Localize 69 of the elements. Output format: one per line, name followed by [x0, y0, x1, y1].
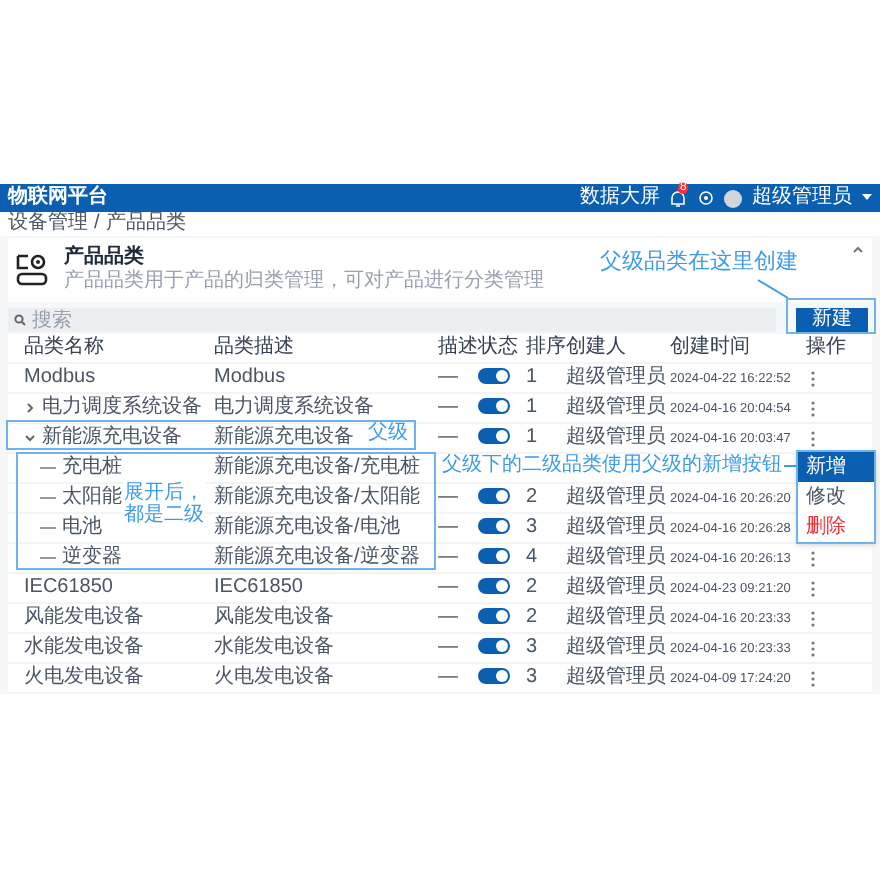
- sort-cell: 3: [526, 516, 538, 538]
- category-name: 电池: [62, 518, 102, 538]
- category-description: IEC61850: [214, 578, 303, 598]
- category-name: Modbus: [24, 368, 96, 388]
- sort-cell: 3: [526, 636, 538, 658]
- remark-cell: —: [438, 636, 458, 658]
- app-title: 物联网平台: [8, 188, 108, 208]
- category-name: IEC61850: [24, 578, 113, 598]
- category-description: 水能发电设备: [214, 638, 334, 658]
- remark-cell: —: [438, 666, 458, 688]
- creator-cell: 超级管理员: [566, 666, 666, 688]
- category-description: 新能源充电设备/太阳能: [214, 488, 420, 508]
- annotation-label: 展开后，都是二级: [124, 482, 206, 526]
- creator-cell: 超级管理员: [566, 606, 666, 628]
- annotation-label: 父级品类在这里创建: [600, 252, 798, 274]
- sort-cell: 1: [526, 366, 538, 388]
- category-name: 充电桩: [62, 458, 122, 478]
- sort-cell: 2: [526, 576, 538, 598]
- category-name: 电力调度系统设备: [42, 398, 202, 418]
- category-description: 新能源充电设备/逆变器: [214, 548, 420, 568]
- creator-cell: 超级管理员: [566, 636, 666, 658]
- category-description: 火电发电设备: [214, 668, 334, 688]
- category-name: 太阳能: [62, 488, 122, 508]
- sort-cell: 1: [526, 426, 538, 448]
- sort-cell: 4: [526, 546, 538, 568]
- creator-cell: 超级管理员: [566, 396, 666, 418]
- category-name: 新能源充电设备: [42, 428, 182, 448]
- remark-cell: —: [438, 396, 458, 418]
- card-title: 产品品类: [64, 248, 146, 268]
- category-description: 电力调度系统设备: [214, 398, 374, 418]
- column-header: 创建人: [566, 338, 626, 358]
- column-header: 状态: [478, 338, 518, 358]
- category-description: 新能源充电设备/电池: [214, 518, 400, 538]
- category-name: 火电发电设备: [24, 668, 144, 688]
- category-name: 逆变器: [62, 548, 122, 568]
- remark-cell: —: [438, 546, 458, 568]
- category-description: 新能源充电设备: [214, 428, 354, 448]
- category-name: 水能发电设备: [24, 638, 144, 658]
- category-description: Modbus: [214, 368, 286, 388]
- sort-cell: 1: [526, 396, 538, 418]
- creator-cell: 超级管理员: [566, 546, 666, 568]
- remark-cell: —: [438, 426, 458, 448]
- creator-cell: 超级管理员: [566, 426, 666, 448]
- category-description: 新能源充电设备/充电桩: [214, 458, 420, 478]
- breadcrumb-current: 产品品类: [105, 214, 186, 234]
- remark-cell: —: [438, 486, 458, 508]
- creator-cell: 超级管理员: [566, 516, 666, 538]
- column-header: 操作: [806, 338, 846, 358]
- category-name: 风能发电设备: [24, 608, 144, 628]
- remark-cell: —: [438, 516, 458, 538]
- column-header: 创建时间: [670, 338, 750, 358]
- creator-cell: 超级管理员: [566, 576, 666, 598]
- creator-cell: 超级管理员: [566, 366, 666, 388]
- remark-cell: —: [438, 606, 458, 628]
- annotation-label: 父级下的二级品类使用父级的新增按钮: [442, 454, 782, 478]
- column-header: 品类名称: [24, 338, 104, 358]
- sort-cell: 2: [526, 606, 538, 628]
- card-description: 产品品类用于产品的归类管理，可对产品进行分类管理: [64, 272, 544, 292]
- column-header: 排序: [526, 338, 566, 358]
- creator-cell: 超级管理员: [566, 486, 666, 508]
- remark-cell: —: [438, 576, 458, 598]
- column-header: 品类描述: [214, 338, 294, 358]
- sort-cell: 3: [526, 666, 538, 688]
- annotation-label: 父级: [368, 424, 408, 444]
- sort-cell: 2: [526, 486, 538, 508]
- breadcrumb-separator: /: [94, 214, 100, 234]
- column-header: 描述: [438, 338, 478, 358]
- remark-cell: —: [438, 366, 458, 388]
- category-description: 风能发电设备: [214, 608, 334, 628]
